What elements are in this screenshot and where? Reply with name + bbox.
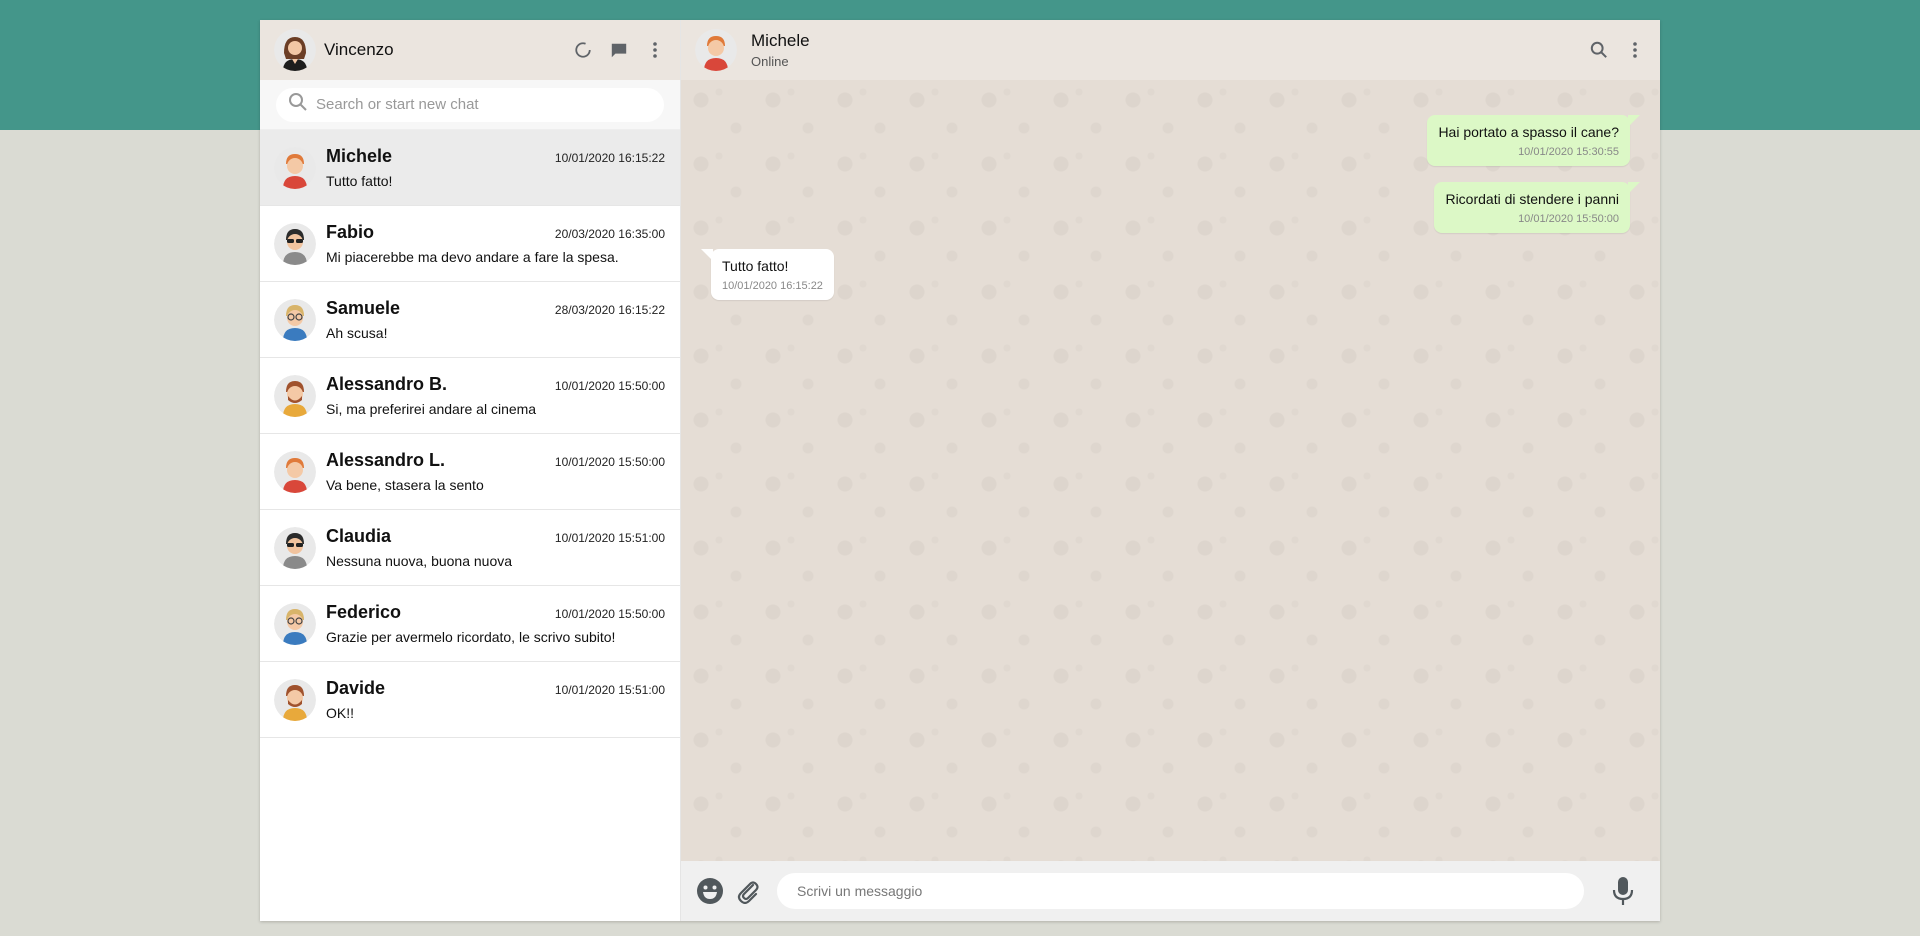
contact-avatar <box>274 222 316 265</box>
contact-item[interactable]: Alessandro L. 10/01/2020 15:50:00 Va bene,… <box>260 434 680 510</box>
contact-last-message: Tutto fatto! <box>326 173 393 189</box>
search-icon <box>288 92 308 117</box>
contact-list: Michele 10/01/2020 16:15:22 Tutto fatto! Fa… <box>260 130 680 921</box>
contact-name: Claudia <box>326 526 392 546</box>
message-time: 10/01/2020 16:15:22 <box>722 280 823 292</box>
contact-last-message: Ah scusa! <box>326 325 388 341</box>
chat-contact-info: Michele Online <box>751 31 1588 69</box>
contact-heading: Samuele 28/03/2020 16:15:22 <box>326 298 665 319</box>
contact-info: Claudia 10/01/2020 15:51:00 Nessuna nuova,… <box>326 526 665 569</box>
contact-item[interactable]: Federico 10/01/2020 15:50:00 Grazie per av… <box>260 586 680 662</box>
contact-name: Samuele <box>326 298 401 318</box>
contact-heading: Alessandro L. 10/01/2020 15:50:00 <box>326 450 665 471</box>
new-chat-icon[interactable] <box>608 39 630 61</box>
microphone-icon[interactable] <box>1608 876 1638 906</box>
contact-item[interactable]: Claudia 10/01/2020 15:51:00 Nessuna nuova,… <box>260 510 680 586</box>
chat-header-actions <box>1588 39 1646 61</box>
contact-time: 10/01/2020 15:50:00 <box>554 379 665 393</box>
contact-avatar <box>274 374 316 417</box>
contact-heading: Alessandro B. 10/01/2020 15:50:00 <box>326 374 665 395</box>
sidebar-header-actions <box>572 39 666 61</box>
contact-name: Alessandro L. <box>326 450 446 470</box>
contact-time: 10/01/2020 15:50:00 <box>554 607 665 621</box>
contact-heading: Fabio 20/03/2020 16:35:00 <box>326 222 665 243</box>
contact-heading: Claudia 10/01/2020 15:51:00 <box>326 526 665 547</box>
sidebar-header: Vincenzo <box>260 20 680 80</box>
contact-name: Michele <box>326 146 393 166</box>
contact-avatar <box>274 678 316 721</box>
contact-info: Michele 10/01/2020 16:15:22 Tutto fatto! <box>326 146 665 189</box>
contact-avatar <box>274 146 316 189</box>
contact-item[interactable]: Fabio 20/03/2020 16:35:00 Mi piacerebbe ma… <box>260 206 680 282</box>
contact-last-message: Va bene, stasera la sento <box>326 477 484 493</box>
message-sent: Hai portato a spasso il cane? 10/01/2020… <box>1427 115 1640 166</box>
message-text: Hai portato a spasso il cane? <box>1438 124 1619 140</box>
contact-heading: Michele 10/01/2020 16:15:22 <box>326 146 665 167</box>
message-text: Ricordati di stendere i panni <box>1445 191 1619 207</box>
contact-time: 10/01/2020 16:15:22 <box>554 151 665 165</box>
contact-info: Federico 10/01/2020 15:50:00 Grazie per av… <box>326 602 665 645</box>
contact-heading: Federico 10/01/2020 15:50:00 <box>326 602 665 623</box>
contact-avatar <box>274 450 316 493</box>
contact-avatar <box>274 602 316 645</box>
message-input[interactable] <box>777 873 1584 909</box>
message-time: 10/01/2020 15:30:55 <box>1518 146 1619 158</box>
sidebar: Vincenzo Michele10/01/2020 <box>260 20 681 921</box>
contact-time: 28/03/2020 16:15:22 <box>554 303 665 317</box>
contact-info: Alessandro L. 10/01/2020 15:50:00 Va bene,… <box>326 450 665 493</box>
contact-time: 10/01/2020 15:50:00 <box>554 455 665 469</box>
message-received: Tutto fatto! 10/01/2020 16:15:22 <box>701 249 834 300</box>
contact-name: Federico <box>326 602 402 622</box>
chat-contact-name: Michele <box>751 31 810 50</box>
search-bar <box>260 80 680 130</box>
search-box <box>276 87 664 122</box>
search-input[interactable] <box>314 95 652 114</box>
kebab-menu-icon[interactable] <box>644 39 666 61</box>
contact-last-message: Grazie per avermelo ricordato, le scrivo… <box>326 629 616 645</box>
contact-item[interactable]: Alessandro B. 10/01/2020 15:50:00 Si, ma p… <box>260 358 680 434</box>
user-name: Vincenzo <box>324 40 394 59</box>
paperclip-icon[interactable] <box>733 876 763 906</box>
message-text: Tutto fatto! <box>722 258 789 274</box>
status-icon[interactable] <box>572 39 594 61</box>
contact-name: Davide <box>326 678 386 698</box>
contact-avatar <box>274 298 316 341</box>
message-composer <box>681 861 1660 921</box>
contact-info: Samuele 28/03/2020 16:15:22 Ah scusa! <box>326 298 665 341</box>
message-sent: Ricordati di stendere i panni 10/01/2020… <box>1434 182 1640 233</box>
chat-panel: Michele Online Hai portato a spasso il c… <box>681 20 1660 921</box>
kebab-menu-icon[interactable] <box>1624 39 1646 61</box>
contact-avatar <box>274 526 316 569</box>
contact-item[interactable]: Michele 10/01/2020 16:15:22 Tutto fatto! <box>260 130 680 206</box>
emoji-icon[interactable] <box>695 876 725 906</box>
message-time: 10/01/2020 15:50:00 <box>1518 213 1619 225</box>
chat-header: Michele Online <box>681 20 1660 80</box>
contact-heading: Davide 10/01/2020 15:51:00 <box>326 678 665 699</box>
contact-last-message: Si, ma preferirei andare al cinema <box>326 401 537 417</box>
contact-info: Fabio 20/03/2020 16:35:00 Mi piacerebbe ma… <box>326 222 665 265</box>
contact-last-message: OK!! <box>326 705 355 721</box>
contact-last-message: Mi piacerebbe ma devo andare a fare la s… <box>326 249 619 265</box>
contact-item[interactable]: Samuele 28/03/2020 16:15:22 Ah scusa! <box>260 282 680 358</box>
user-avatar[interactable] <box>274 29 316 71</box>
chat-app: Vincenzo Michele10/01/2020 <box>260 20 1660 921</box>
contact-last-message: Nessuna nuova, buona nuova <box>326 553 513 569</box>
message-area: Hai portato a spasso il cane? 10/01/2020… <box>681 80 1660 861</box>
contact-item[interactable]: Davide 10/01/2020 15:51:00 OK!! <box>260 662 680 738</box>
contact-avatar[interactable] <box>695 29 737 71</box>
contact-time: 20/03/2020 16:35:00 <box>554 227 665 241</box>
contact-time: 10/01/2020 15:51:00 <box>554 683 665 697</box>
contact-info: Alessandro B. 10/01/2020 15:50:00 Si, ma p… <box>326 374 665 417</box>
search-icon[interactable] <box>1588 39 1610 61</box>
contact-info: Davide 10/01/2020 15:51:00 OK!! <box>326 678 665 721</box>
contact-name: Fabio <box>326 222 374 242</box>
contact-name: Alessandro B. <box>326 374 448 394</box>
contact-time: 10/01/2020 15:51:00 <box>554 531 665 545</box>
chat-contact-status: Online <box>751 54 789 69</box>
